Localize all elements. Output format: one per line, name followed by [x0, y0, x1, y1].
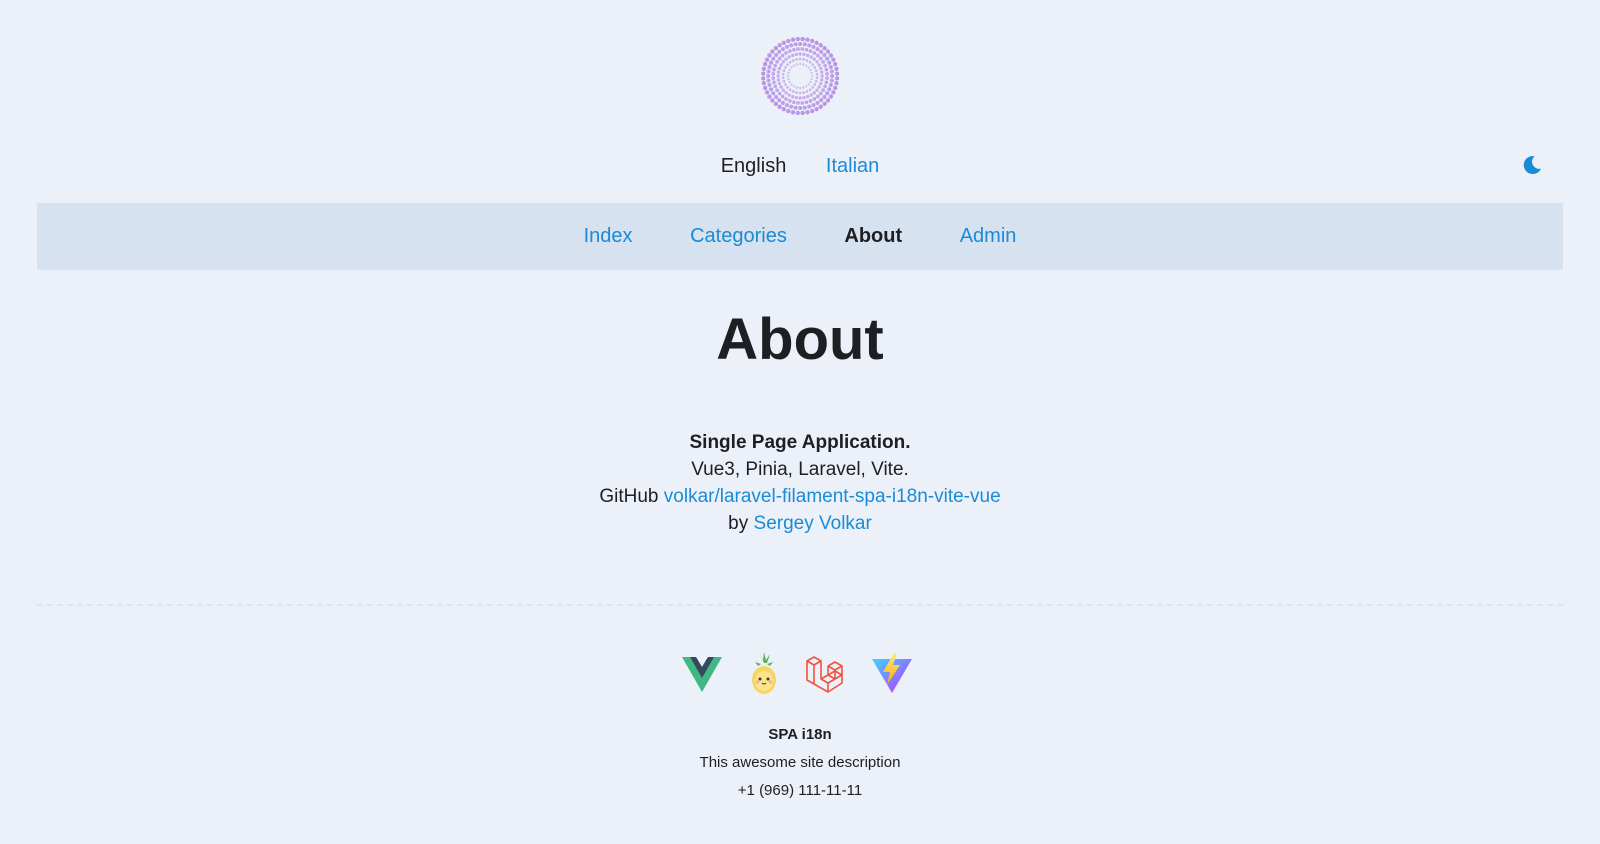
dotted-circle-logo-icon[interactable] — [760, 36, 840, 116]
nav-item-admin[interactable]: Admin — [960, 225, 1017, 247]
footer-phone: +1 (969) 111-11-11 — [737, 782, 863, 799]
vite-icon[interactable] — [870, 652, 914, 696]
github-prefix: GitHub — [599, 486, 659, 507]
tech-icons — [680, 652, 920, 696]
vue-icon[interactable] — [680, 652, 724, 696]
pinia-icon[interactable] — [742, 652, 786, 696]
author-link[interactable]: Sergey Volkar — [754, 513, 872, 534]
about-author-line: by Sergey Volkar — [0, 510, 1600, 537]
about-content: Single Page Application. Vue3, Pinia, La… — [0, 429, 1600, 537]
github-repo-link[interactable]: volkar/laravel-filament-spa-i18n-vite-vu… — [664, 486, 1001, 507]
main-nav: Index Categories About Admin — [37, 203, 1563, 270]
footer: SPA i18n This awesome site description +… — [0, 721, 1600, 805]
footer-site-name: SPA i18n — [768, 726, 832, 743]
footer-description: This awesome site description — [699, 754, 901, 771]
about-headline: Single Page Application. — [689, 432, 911, 453]
moon-icon[interactable] — [1520, 153, 1544, 177]
about-github-line: GitHub volkar/laravel-filament-spa-i18n-… — [0, 483, 1600, 510]
language-switcher: English Italian — [0, 148, 1600, 184]
nav-item-about[interactable]: About — [844, 225, 902, 247]
language-italian-link[interactable]: Italian — [826, 155, 879, 177]
page: English Italian Index Categories About A… — [0, 0, 1600, 844]
laravel-icon[interactable] — [804, 652, 848, 696]
page-title: About — [716, 307, 884, 372]
nav-item-index[interactable]: Index — [584, 225, 633, 247]
language-english[interactable]: English — [721, 155, 787, 177]
footer-divider — [37, 604, 1563, 606]
nav-item-categories[interactable]: Categories — [690, 225, 787, 247]
author-prefix: by — [728, 513, 749, 534]
about-stack: Vue3, Pinia, Laravel, Vite. — [691, 459, 909, 480]
